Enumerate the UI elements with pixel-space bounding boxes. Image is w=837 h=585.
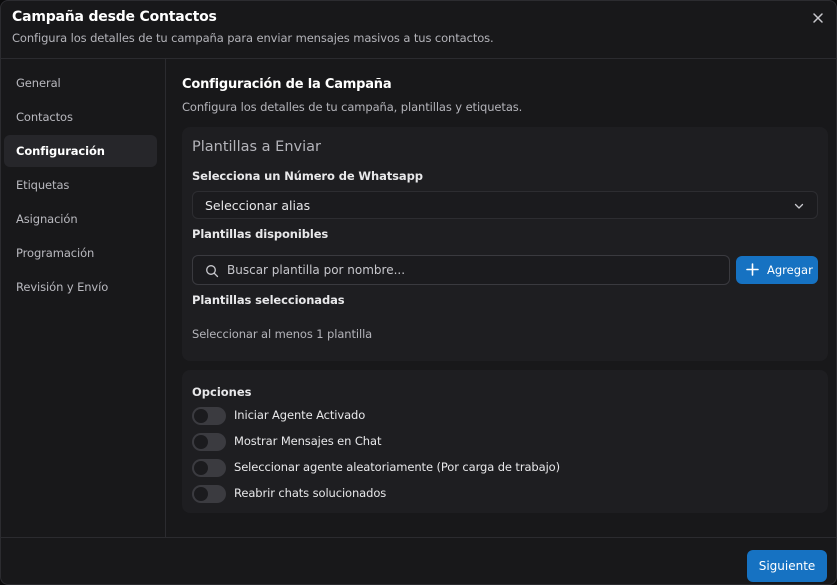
main-content: Configuración de la Campaña Configura lo… — [166, 59, 836, 537]
dialog-footer: Siguiente — [1, 537, 836, 584]
toggle-show-messages[interactable] — [192, 433, 226, 451]
sidebar-item-contactos[interactable]: Contactos — [4, 101, 157, 133]
add-template-label: Agregar — [767, 263, 813, 277]
whatsapp-number-label: Selecciona un Número de Whatsapp — [192, 169, 423, 183]
sidebar-item-programacion[interactable]: Programación — [4, 237, 157, 269]
sidebar-nav: General Contactos Configuración Etiqueta… — [1, 59, 166, 537]
add-template-button[interactable]: Agregar — [736, 256, 818, 284]
option-label: Reabrir chats solucionados — [234, 486, 387, 500]
toggle-reopen-chats[interactable] — [192, 485, 226, 503]
toggle-random-agent[interactable] — [192, 459, 226, 477]
option-label: Mostrar Mensajes en Chat — [234, 434, 382, 448]
dialog-subtitle: Configura los detalles de tu campaña par… — [12, 31, 494, 45]
campaign-dialog: Campaña desde Contactos Configura los de… — [0, 0, 837, 585]
section-title: Configuración de la Campaña — [182, 77, 392, 92]
search-icon — [206, 265, 219, 278]
options-title: Opciones — [192, 385, 252, 399]
sidebar-item-etiquetas[interactable]: Etiquetas — [4, 169, 157, 201]
sidebar-item-general[interactable]: General — [4, 67, 157, 99]
selected-templates-label: Plantillas seleccionadas — [192, 293, 345, 307]
available-templates-label: Plantillas disponibles — [192, 227, 329, 241]
toggle-knob — [194, 409, 208, 423]
option-label: Seleccionar agente aleatoriamente (Por c… — [234, 460, 560, 474]
selected-templates-hint: Seleccionar al menos 1 plantilla — [192, 327, 373, 341]
option-label: Iniciar Agente Activado — [234, 408, 366, 422]
template-search-input[interactable] — [227, 260, 722, 280]
template-search-box[interactable] — [192, 255, 730, 285]
section-description: Configura los detalles de tu campaña, pl… — [182, 100, 523, 114]
options-card: Opciones Iniciar Agente Activado Mostrar… — [182, 370, 828, 513]
close-icon[interactable] — [810, 10, 826, 26]
toggle-knob — [194, 461, 208, 475]
sidebar-item-revision-envio[interactable]: Revisión y Envío — [4, 271, 157, 303]
sidebar-item-asignacion[interactable]: Asignación — [4, 203, 157, 235]
plus-icon — [746, 263, 759, 276]
alias-select[interactable]: Seleccionar alias — [192, 191, 818, 219]
dialog-title: Campaña desde Contactos — [12, 9, 217, 25]
next-button[interactable]: Siguiente — [747, 550, 827, 582]
toggle-knob — [194, 435, 208, 449]
toggle-start-agent[interactable] — [192, 407, 226, 425]
templates-card: Plantillas a Enviar Selecciona un Número… — [182, 127, 828, 361]
templates-card-title: Plantillas a Enviar — [192, 139, 321, 155]
alias-select-value: Seleccionar alias — [205, 198, 311, 213]
dialog-header: Campaña desde Contactos Configura los de… — [1, 1, 836, 59]
sidebar-item-configuracion[interactable]: Configuración — [4, 135, 157, 167]
toggle-knob — [194, 487, 208, 501]
chevron-down-icon — [794, 203, 804, 209]
